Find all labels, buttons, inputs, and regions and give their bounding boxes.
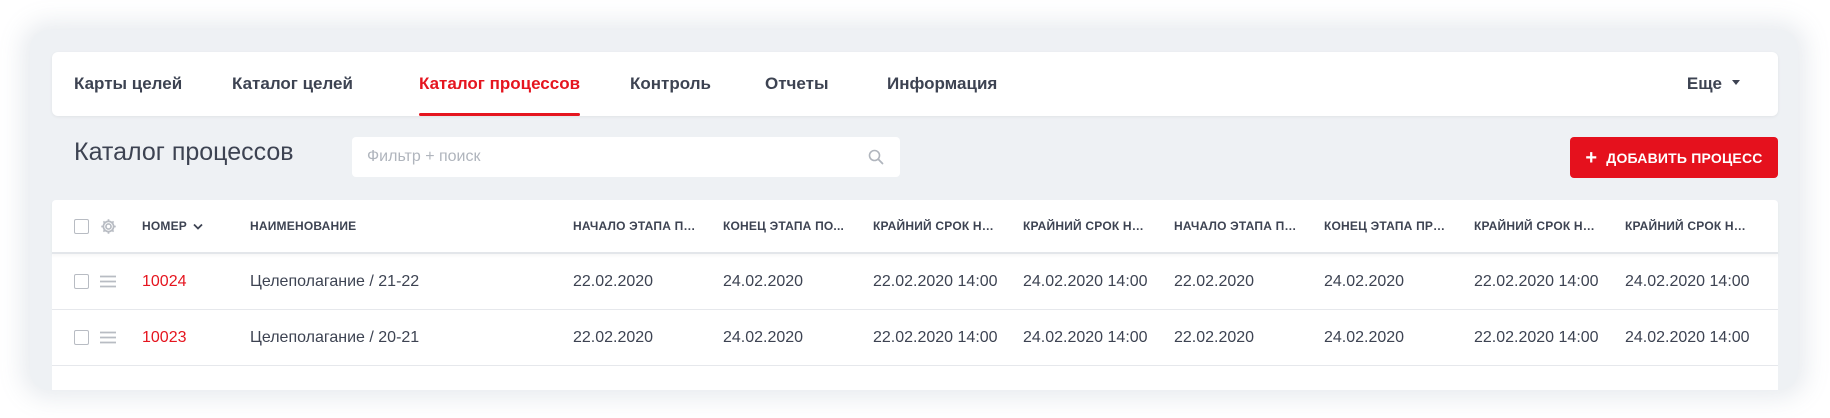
cell-stage-start: 22.02.2020 xyxy=(573,328,654,346)
table-header-row: НОМЕР НАИМЕНОВАНИЕ НАЧАЛО ЭТАПА ПОСТ... … xyxy=(52,200,1778,254)
cell-stage-end: 24.02.2020 xyxy=(723,328,804,346)
chevron-down-icon xyxy=(193,223,203,230)
cell-interim-start: 22.02.2020 xyxy=(1174,328,1255,346)
cell-deadline-1: 22.02.2020 14:00 xyxy=(873,328,998,346)
cell-deadline-2: 24.02.2020 14:00 xyxy=(1023,272,1148,290)
tab-information[interactable]: Информация xyxy=(887,52,997,116)
cell-deadline-4: 24.02.2020 14:00 xyxy=(1625,328,1750,346)
search-input[interactable] xyxy=(352,137,900,177)
column-header-interim-start[interactable]: НАЧАЛО ЭТАПА ПРОМ... xyxy=(1174,200,1298,252)
process-name: Целеполагание / 20-21 xyxy=(250,328,420,346)
cell-deadline-1: 22.02.2020 14:00 xyxy=(873,272,998,290)
cell-deadline-3: 22.02.2020 14:00 xyxy=(1474,328,1599,346)
cell-deadline-4: 24.02.2020 14:00 xyxy=(1625,272,1750,290)
plus-icon: + xyxy=(1585,146,1598,169)
process-name: Целеполагание / 21-22 xyxy=(250,272,420,290)
column-header-deadline-1[interactable]: КРАЙНИЙ СРОК НА С... xyxy=(873,200,997,252)
cell-deadline-3: 22.02.2020 14:00 xyxy=(1474,272,1599,290)
process-number-link[interactable]: 10023 xyxy=(142,310,242,365)
column-header-deadline-3[interactable]: КРАЙНИЙ СРОК НА С... xyxy=(1474,200,1598,252)
drag-handle-icon[interactable] xyxy=(100,331,116,344)
column-header-deadline-4[interactable]: КРАЙНИЙ СРОК НА С... xyxy=(1625,200,1749,252)
cell-interim-end: 24.02.2020 xyxy=(1324,272,1405,290)
add-process-label: ДОБАВИТЬ ПРОЦЕСС xyxy=(1606,149,1763,166)
row-checkbox[interactable] xyxy=(74,274,89,289)
cell-stage-end: 24.02.2020 xyxy=(723,272,804,290)
cell-deadline-2: 24.02.2020 14:00 xyxy=(1023,328,1148,346)
column-header-stage-start[interactable]: НАЧАЛО ЭТАПА ПОСТ... xyxy=(573,200,697,252)
add-process-button[interactable]: + ДОБАВИТЬ ПРОЦЕСС xyxy=(1570,137,1778,178)
column-header-name[interactable]: НАИМЕНОВАНИЕ xyxy=(250,200,500,252)
process-table: НОМЕР НАИМЕНОВАНИЕ НАЧАЛО ЭТАПА ПОСТ... … xyxy=(52,200,1778,390)
row-checkbox[interactable] xyxy=(74,330,89,345)
table-row[interactable]: 10023 Целеполагание / 20-21 22.02.2020 2… xyxy=(52,310,1778,366)
table-row[interactable]: 10024 Целеполагание / 21-22 22.02.2020 2… xyxy=(52,254,1778,310)
tab-process-catalog[interactable]: Каталог процессов xyxy=(419,52,581,116)
select-all-checkbox[interactable] xyxy=(74,219,89,234)
column-header-deadline-2[interactable]: КРАЙНИЙ СРОК НА С... xyxy=(1023,200,1147,252)
gear-icon[interactable] xyxy=(100,218,117,235)
cell-interim-start: 22.02.2020 xyxy=(1174,272,1255,290)
cell-interim-end: 24.02.2020 xyxy=(1324,328,1405,346)
process-number-link[interactable]: 10024 xyxy=(142,254,242,309)
tab-control[interactable]: Контроль xyxy=(630,52,711,116)
column-header-interim-end[interactable]: КОНЕЦ ЭТАПА ПРОМЕ... xyxy=(1324,200,1448,252)
app-frame: Карты целей Каталог целей Каталог процес… xyxy=(30,30,1798,390)
tab-goal-catalog[interactable]: Каталог целей xyxy=(232,52,353,116)
column-header-number[interactable]: НОМЕР xyxy=(142,200,242,252)
top-nav: Карты целей Каталог целей Каталог процес… xyxy=(52,52,1778,116)
more-menu-label: Еще xyxy=(1686,74,1722,93)
drag-handle-icon[interactable] xyxy=(100,275,116,288)
page-title: Каталог процессов xyxy=(74,138,294,166)
search-icon[interactable] xyxy=(868,149,884,165)
chevron-down-icon xyxy=(1732,80,1740,86)
column-header-stage-end[interactable]: КОНЕЦ ЭТАПА ПО... xyxy=(723,200,847,252)
tab-goal-maps[interactable]: Карты целей xyxy=(74,52,182,116)
cell-stage-start: 22.02.2020 xyxy=(573,272,654,290)
tab-reports[interactable]: Отчеты xyxy=(765,52,829,116)
more-menu-button[interactable]: Еще xyxy=(1687,52,1740,116)
